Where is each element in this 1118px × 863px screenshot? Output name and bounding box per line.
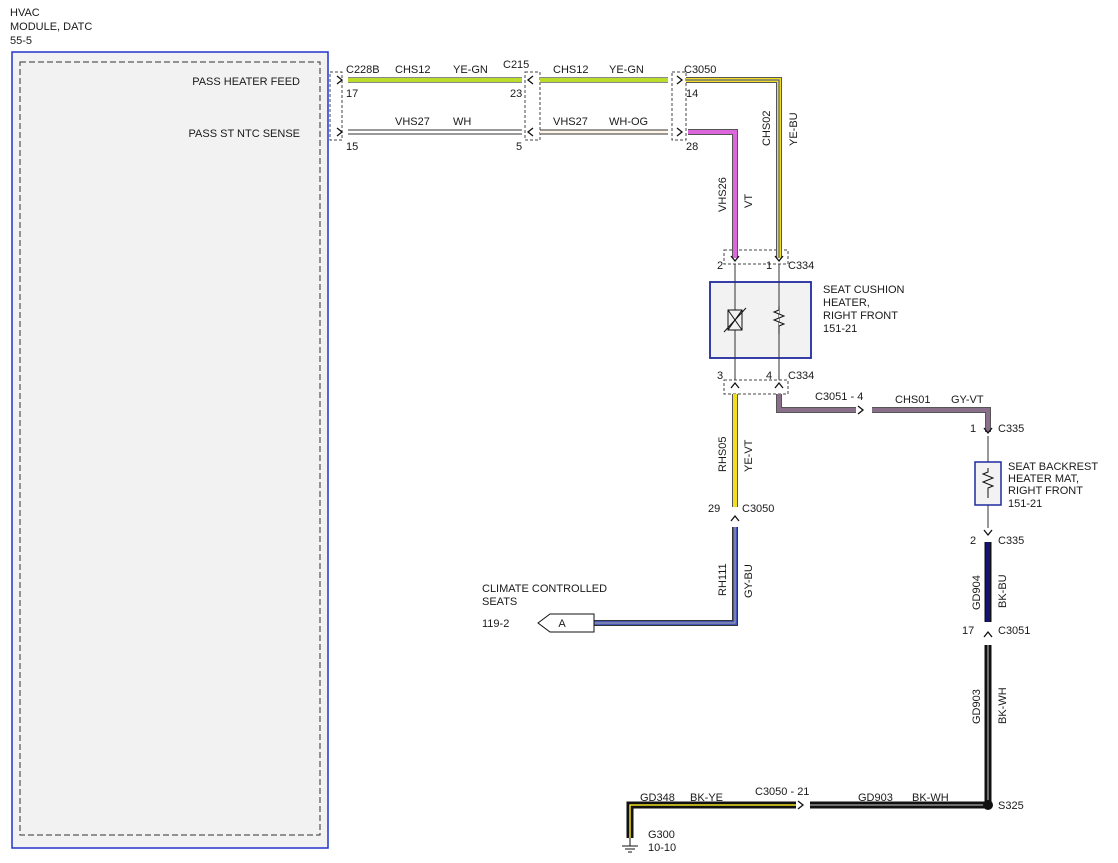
wiring-diagram: HVAC MODULE, DATC 55-5 PASS HEATER FEED … [10,7,1098,854]
climate-ref-letter: A [558,618,566,630]
pin-15: 15 [346,141,358,153]
pin-17-c3051: 17 [962,625,974,637]
ground-ref: 10-10 [648,842,676,854]
connector-c3050-top: C3050 [684,64,716,76]
connector-c3051-4: C3051 - 4 [815,391,863,403]
connector-c335-top: C335 [998,423,1024,435]
chevron-c3050-28 [676,127,684,137]
pin-28: 28 [686,141,698,153]
ground-icon [622,838,638,853]
seat-cushion-heater-box [709,281,812,359]
chevron-c3050-14 [676,75,684,85]
wire13-color: BK-WH [912,792,949,804]
wire3-color: WH [453,116,471,128]
c215-connector-box [524,71,541,141]
chevron-c3050-21 [797,800,805,810]
wire10-circuit: GD904 [971,575,983,610]
wire3-circuit: VHS27 [395,116,430,128]
wire10-color: BK-BU [997,574,1009,608]
splice-s325-label: S325 [998,800,1024,812]
module-box [11,51,329,849]
connector-c3051-17: C3051 [998,625,1030,637]
seat-cushion-heater [709,281,812,359]
wire7-circuit: CHS01 [895,394,930,406]
wire7-color: GY-VT [951,394,984,406]
c334-bottom-connector-box [723,379,789,395]
module-title-line2: MODULE, DATC [10,21,92,33]
wire6-circuit: VHS26 [717,177,729,212]
chevron-c334-4 [774,381,784,389]
chevron-c335-2 [983,529,993,537]
ground-label: G300 [648,829,675,841]
chevron-c3050-29 [730,514,740,522]
wire4-color: WH-OG [609,116,648,128]
wire5-color: YE-BU [788,112,800,146]
connector-chevrons [336,75,993,810]
pin-29: 29 [708,503,720,515]
climate-controlled-seats-ref: A [537,613,595,633]
wire2-color: YE-GN [609,64,644,76]
chevron-c228b-15 [336,127,344,137]
pin-3: 3 [717,370,723,382]
pin-14: 14 [686,88,698,100]
backrest-label-1: SEAT BACKREST [1008,461,1098,473]
module-title-line1: HVAC [10,7,40,19]
wire11-circuit: GD903 [971,689,983,724]
connector-c228b: C228B [346,64,380,76]
backrest-label-2: HEATER MAT, [1008,473,1079,485]
chevron-c228b-17 [336,75,344,85]
wire-rh111-gy-bu [594,527,738,626]
connector-c3050-21: C3050 - 21 [755,786,809,798]
climate-label-1: CLIMATE CONTROLLED [482,583,607,595]
wire4-circuit: VHS27 [553,116,588,128]
pin-5: 5 [516,141,522,153]
seat-backrest-heater-mat [974,461,1002,506]
climate-label-2: SEATS [482,596,517,608]
wire8-color: YE-VT [743,439,755,472]
connector-c335-bottom: C335 [998,535,1024,547]
wire11-color: BK-WH [997,687,1009,724]
pin-2-c335: 2 [970,535,976,547]
pin-1: 1 [766,260,772,272]
backrest-label-3: RIGHT FRONT [1008,485,1083,497]
chevron-c3051-17 [983,630,993,638]
wire5-circuit: CHS02 [761,111,773,146]
wire2-circuit: CHS12 [553,64,588,76]
wire1-color: YE-GN [453,64,488,76]
wire8-circuit: RHS05 [717,437,729,472]
pin-1-c335: 1 [970,423,976,435]
connector-c334-bottom: C334 [788,370,814,382]
seat-cushion-label-3: RIGHT FRONT [823,310,898,322]
wire1-circuit: CHS12 [395,64,430,76]
connector-c3050-29: C3050 [742,503,774,515]
seat-cushion-ref: 151-21 [823,323,857,335]
pin-2: 2 [717,260,723,272]
pin-pass-heater-feed: PASS HEATER FEED [192,76,300,88]
pin-pass-st-ntc-sense: PASS ST NTC SENSE [189,128,300,140]
pin-4: 4 [766,370,772,382]
page-reference-tag [537,613,595,633]
pin-23: 23 [510,88,522,100]
chevron-c334-3 [730,381,740,389]
seat-cushion-label-1: SEAT CUSHION [823,284,905,296]
chevron-c3051-4 [857,405,865,415]
wire13-circuit: GD903 [858,792,893,804]
splice-s325 [983,800,993,810]
chevron-c215-5 [526,127,534,137]
hvac-module: HVAC MODULE, DATC 55-5 PASS HEATER FEED … [10,7,329,849]
pin-17: 17 [346,88,358,100]
wire12-circuit: GD348 [640,792,675,804]
connector-c215: C215 [503,59,529,71]
connector-c334-top: C334 [788,260,814,272]
climate-ref: 119-2 [482,618,509,630]
wire9-color: GY-BU [743,564,755,598]
wire12-color: BK-YE [690,792,723,804]
backrest-ref: 151-21 [1008,498,1042,510]
chevron-c215-23 [526,75,534,85]
module-title-line3: 55-5 [10,35,32,47]
wire9-circuit: RH111 [717,563,729,596]
wire6-color: VT [743,194,755,208]
seat-cushion-label-2: HEATER, [823,297,870,309]
